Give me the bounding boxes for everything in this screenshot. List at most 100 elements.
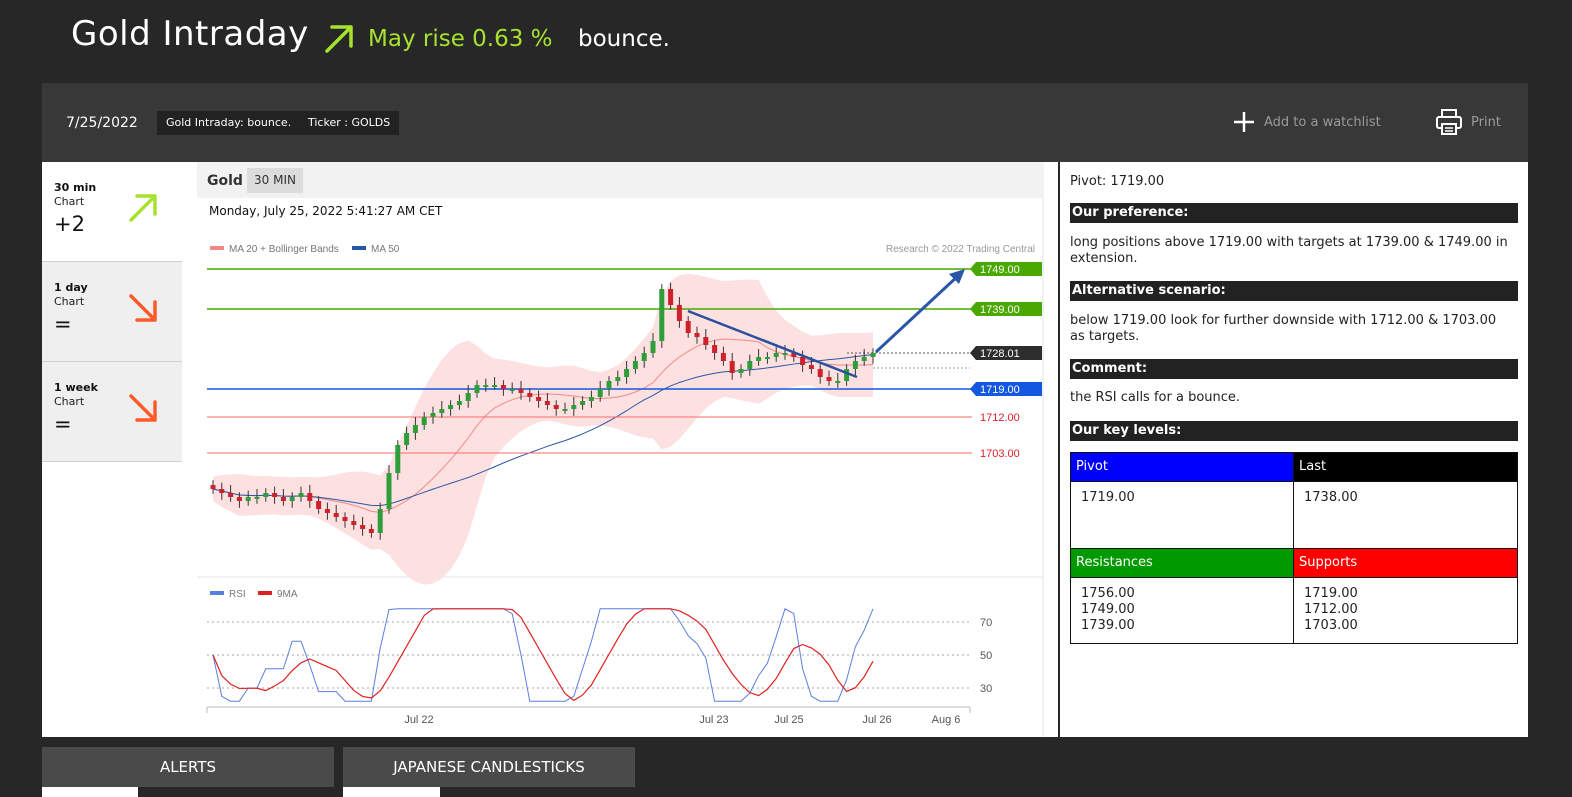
candle: [236, 497, 242, 501]
ticker-chip: Ticker : GOLDS: [299, 111, 400, 135]
chart-timestamp: Monday, July 25, 2022 5:41:27 AM CET: [209, 204, 443, 218]
timeframe-30min[interactable]: 30 min Chart +2: [42, 162, 182, 262]
timeframe-sub: Chart: [54, 395, 85, 408]
chart-symbol: Gold: [207, 173, 243, 189]
tab-alerts[interactable]: ALERTS: [42, 747, 334, 787]
candle: [580, 401, 586, 405]
candle: [474, 385, 480, 393]
rsi-level-label: 70: [980, 617, 992, 629]
levels-divider-horizontal: [1071, 577, 1517, 578]
candle: [808, 365, 814, 369]
candle: [527, 393, 533, 397]
rsi-level-label: 50: [980, 650, 992, 662]
timeframe-sub: Chart: [54, 295, 85, 308]
candle: [395, 445, 401, 473]
timeframe-panel: 30 min Chart +2 1 day Chart = 1 week Cha…: [42, 162, 197, 737]
arrow-down-right-icon: [129, 294, 157, 322]
candle: [298, 493, 304, 497]
preference-body: long positions above 1719.00 with target…: [1070, 235, 1508, 266]
candle: [703, 337, 709, 345]
print-button[interactable]: Print: [1435, 107, 1501, 137]
candle: [245, 497, 251, 501]
rsi-layer: 70 50 30: [207, 608, 992, 702]
chart-timeframe-badge[interactable]: 30 MIN: [247, 168, 303, 193]
candle: [228, 493, 234, 497]
target-arrow-line: [874, 273, 961, 354]
headline-text: bounce.: [578, 26, 670, 52]
ma50-legend-swatch: [352, 246, 366, 250]
alternative-body: below 1719.00 look for further downside …: [1070, 313, 1497, 344]
candle: [650, 341, 656, 353]
timeframe-1day[interactable]: 1 day Chart =: [42, 262, 182, 362]
candle: [571, 405, 577, 409]
candle: [588, 397, 594, 401]
candle: [404, 433, 410, 445]
candle: [720, 353, 726, 361]
candle: [377, 509, 383, 533]
candle: [597, 389, 603, 397]
candle: [289, 497, 295, 501]
candle: [412, 425, 418, 433]
candle: [553, 405, 559, 409]
ma20-legend-swatch: [210, 246, 224, 250]
timeframe-score: =: [54, 312, 72, 336]
alternative-heading: Alternative scenario:: [1070, 281, 1518, 301]
candle: [606, 381, 612, 389]
candle: [263, 493, 269, 497]
print-label: Print: [1471, 114, 1501, 130]
candle: [624, 369, 630, 377]
candle: [518, 389, 524, 393]
tab-japanese-candlesticks[interactable]: JAPANESE CANDLESTICKS: [343, 747, 635, 787]
timeframe-1week[interactable]: 1 week Chart =: [42, 362, 182, 462]
candle: [333, 513, 339, 517]
x-tick-label: Jul 26: [862, 714, 891, 726]
rsi-legend-swatch: [210, 591, 224, 595]
candle: [817, 369, 823, 377]
candle: [360, 525, 366, 529]
comment-heading: Comment:: [1070, 359, 1518, 379]
arrow-down-right-icon: [129, 394, 157, 422]
arrow-up-right-icon: [129, 194, 157, 222]
chart-panel: MA 20 + Bollinger Bands MA 50 Research ©…: [197, 162, 1058, 737]
candle: [844, 369, 850, 381]
candle: [430, 413, 436, 417]
candle: [342, 517, 348, 521]
candle: [280, 497, 286, 501]
supports-header: Supports: [1294, 549, 1517, 577]
price-chart[interactable]: MA 20 + Bollinger Bands MA 50 Research ©…: [197, 162, 1058, 737]
resistance-level-label: 1749.00: [980, 264, 1020, 276]
comment-body: the RSI calls for a bounce.: [1070, 390, 1241, 405]
candle: [272, 493, 278, 497]
candle: [386, 473, 392, 509]
preference-heading: Our preference:: [1070, 203, 1518, 223]
timeframe-sub: Chart: [54, 195, 85, 208]
key-levels-heading: Our key levels:: [1070, 421, 1518, 441]
candle: [756, 357, 762, 361]
candle: [254, 497, 260, 499]
timeframe-score: =: [54, 412, 72, 436]
plus-icon: [1234, 112, 1254, 132]
candle: [456, 401, 462, 405]
key-levels-table: Pivot Last 1719.00 1738.00 Resistances S…: [1070, 452, 1518, 644]
resistances-values: 1756.00 1749.00 1739.00: [1081, 586, 1135, 633]
candle: [826, 377, 832, 381]
chart-copyright: Research © 2022 Trading Central: [886, 244, 1035, 255]
pivot-level-label: 1719.00: [980, 384, 1020, 396]
add-to-watchlist-button[interactable]: Add to a watchlist: [1232, 109, 1381, 135]
arrow-up-right-icon: [325, 25, 353, 53]
candle: [492, 385, 498, 387]
candle: [544, 401, 550, 405]
title-chip: Gold Intraday: bounce.: [157, 111, 301, 135]
x-tick-label: Aug 6: [932, 714, 961, 726]
info-bar: 7/25/2022 Gold Intraday: bounce. Ticker …: [42, 83, 1528, 162]
printer-icon: [1436, 109, 1462, 135]
pivot-header: Pivot: [1071, 453, 1293, 481]
candle: [368, 529, 374, 533]
bollinger-band: [213, 273, 873, 585]
rsi-level-label: 30: [980, 683, 992, 695]
ma50-legend-label: MA 50: [371, 244, 400, 255]
candle: [773, 353, 779, 357]
watchlist-label: Add to a watchlist: [1264, 114, 1381, 130]
candle: [536, 397, 542, 401]
candle: [694, 333, 700, 337]
